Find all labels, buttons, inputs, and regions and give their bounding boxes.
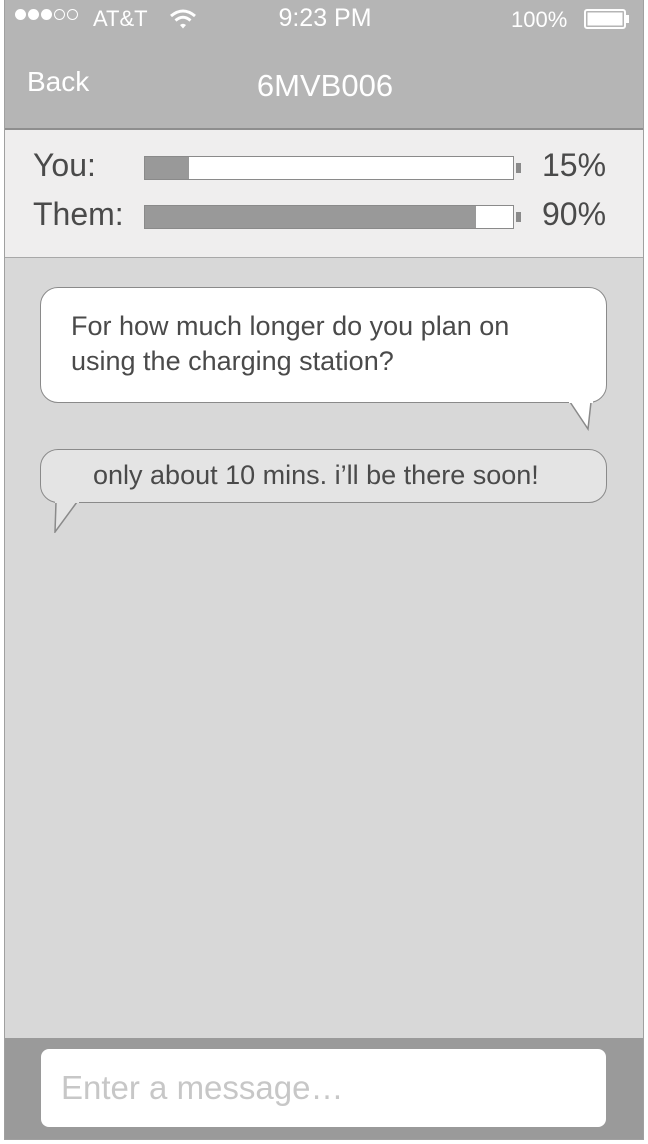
charge-percent: 15% [542, 147, 607, 183]
page-title: 6MVB006 [256, 68, 394, 103]
charge-percent: 90% [542, 196, 607, 232]
chat-thread[interactable]: For how much longer do you plan on using… [5, 258, 643, 1038]
charge-row-you: You: 15% [5, 147, 643, 187]
message-composer [5, 1038, 643, 1139]
battery-icon [584, 9, 629, 29]
message-input[interactable] [41, 1049, 606, 1127]
battery-percent: 100% [511, 7, 568, 32]
top-bar: AT&T 9:23 PM 100% Back 6MVB006 [5, 0, 643, 130]
charge-label: You: [33, 147, 96, 183]
charge-bar-cap [516, 163, 521, 173]
phone-screen: AT&T 9:23 PM 100% Back 6MVB006 You: 15% … [4, 0, 644, 1140]
sent-message-bubble: For how much longer do you plan on using… [40, 287, 607, 403]
sent-bubble-tail [569, 401, 593, 431]
charge-bar-cap [516, 212, 521, 222]
charge-levels-panel: You: 15% Them: 90% [5, 130, 643, 258]
charge-bar [144, 205, 514, 229]
received-bubble-tail [54, 501, 79, 533]
charge-bar-fill [145, 157, 190, 179]
charge-bar [144, 156, 514, 180]
status-bar: AT&T 9:23 PM 100% [5, 0, 643, 40]
navigation-bar: Back 6MVB006 [5, 50, 643, 120]
message-text: For how much longer do you plan on using… [71, 311, 510, 376]
charge-label: Them: [33, 196, 124, 232]
charge-bar-fill [145, 206, 477, 228]
charge-row-them: Them: 90% [5, 196, 643, 236]
received-message-bubble: only about 10 mins. i’ll be there soon! [40, 449, 607, 503]
message-text: only about 10 mins. i’ll be there soon! [93, 460, 539, 490]
